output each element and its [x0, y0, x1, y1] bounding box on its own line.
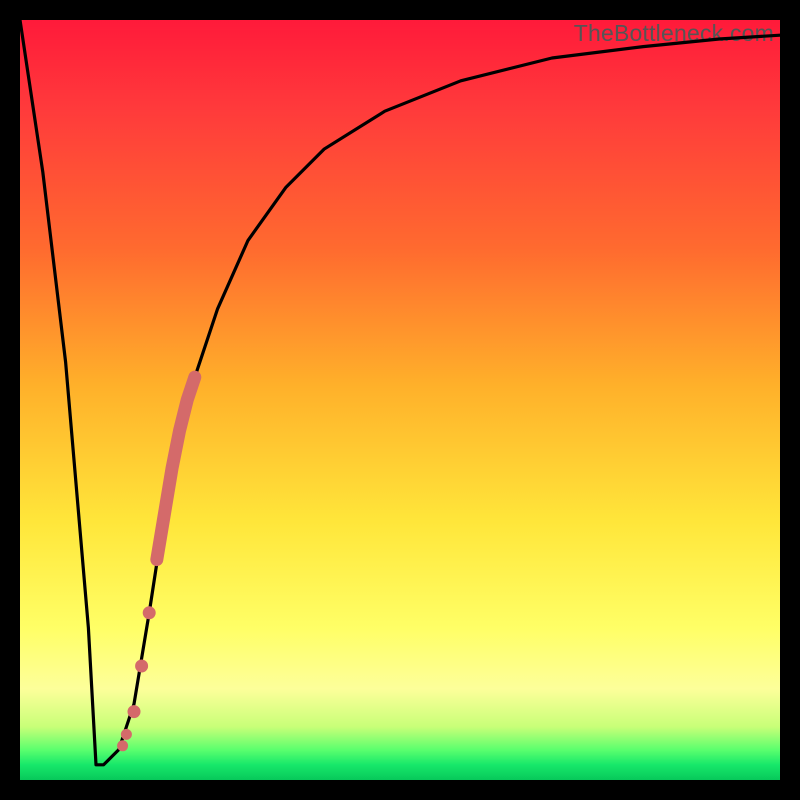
bottleneck-curve — [20, 20, 780, 765]
sample-markers — [117, 377, 195, 751]
highlight-dot — [121, 729, 132, 740]
chart-frame: TheBottleneck.com — [0, 0, 800, 800]
curve-layer — [20, 20, 780, 780]
highlight-dot — [143, 606, 156, 619]
highlight-dot — [128, 705, 141, 718]
plot-area: TheBottleneck.com — [20, 20, 780, 780]
highlight-dot — [135, 660, 148, 673]
highlight-dot — [117, 740, 128, 751]
highlight-band — [157, 377, 195, 559]
